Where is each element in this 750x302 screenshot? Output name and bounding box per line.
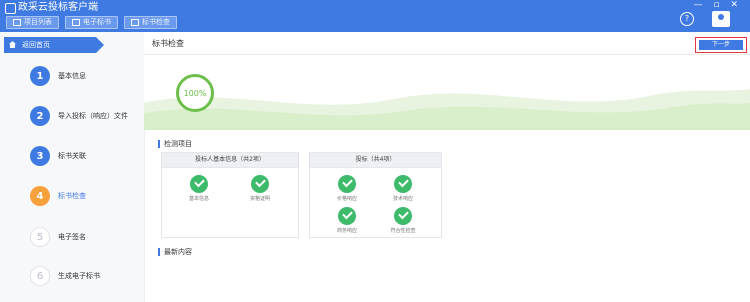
toolbar-tab-label: 项目列表: [24, 18, 52, 26]
toolbar-tab-project-list[interactable]: 项目列表: [6, 16, 59, 29]
step-bid-association[interactable]: 3 标书关联: [30, 146, 128, 166]
check-item-label: 技术响应: [392, 196, 413, 202]
check-circle-icon: [394, 207, 412, 225]
section-marker: [158, 248, 160, 256]
section-marker: [158, 140, 160, 148]
user-avatar-icon[interactable]: [712, 11, 730, 27]
result-section-title: 最新内容: [158, 247, 192, 257]
check-item: 商务响应: [332, 207, 362, 234]
help-icon[interactable]: ?: [680, 12, 694, 26]
next-step-button[interactable]: 下一步: [695, 37, 747, 53]
card-title: 投标（共4项）: [310, 153, 441, 168]
card-title: 投标人基本信息（共2项）: [162, 153, 298, 168]
app-logo-icon: [5, 3, 16, 14]
step-label: 电子签名: [58, 233, 86, 241]
check-item-label: 商务响应: [336, 228, 357, 234]
step-label: 标书检查: [58, 192, 86, 200]
toolbar-tab-check[interactable]: 标书检查: [124, 16, 177, 29]
check-circle-icon: [338, 175, 356, 193]
check-item: 资格证明: [245, 175, 275, 202]
check-card-bid: 投标（共4项） 价格响应 技术响应 商务响应 符合性检查: [309, 152, 442, 238]
check-item: 基本信息: [184, 175, 214, 202]
progress-ring: 100%: [176, 74, 214, 112]
check-card-bidder-info: 投标人基本信息（共2项） 基本信息 资格证明: [161, 152, 299, 238]
step-label: 导入投标（响应）文件: [58, 112, 128, 120]
step-label: 生成电子标书: [58, 272, 100, 280]
step-basic-info[interactable]: 1 基本信息: [30, 66, 128, 86]
back-home-label: 返回首页: [22, 41, 50, 49]
back-home-button[interactable]: 返回首页: [4, 37, 104, 53]
check-circle-icon: [338, 207, 356, 225]
list-icon: [13, 19, 21, 26]
progress-text: 100%: [183, 88, 207, 98]
toolbar-tab-label: 电子标书: [83, 18, 111, 26]
step-number: 2: [30, 106, 50, 126]
home-icon: [9, 41, 16, 48]
step-number: 6: [30, 266, 50, 286]
step-bid-check[interactable]: 4 标书检查: [30, 186, 128, 206]
step-number: 5: [30, 227, 50, 247]
app-title: 政采云投标客户端: [18, 2, 98, 13]
check-section-title: 检测项目: [158, 139, 192, 149]
step-number: 3: [30, 146, 50, 166]
page-title: 标书检查: [152, 39, 184, 48]
check-file-icon: [131, 19, 139, 26]
result-section-label: 最新内容: [164, 248, 192, 256]
step-number: 1: [30, 66, 50, 86]
check-item-label: 基本信息: [188, 196, 209, 202]
step-e-signature[interactable]: 5 电子签名: [30, 227, 128, 247]
toolbar-tab-bid-file[interactable]: 电子标书: [65, 16, 118, 29]
check-circle-icon: [251, 175, 269, 193]
step-number: 4: [30, 186, 50, 206]
check-circle-icon: [394, 175, 412, 193]
step-generate-bid[interactable]: 6 生成电子标书: [30, 266, 128, 286]
step-label: 基本信息: [58, 72, 86, 80]
progress-wave: [144, 89, 750, 130]
check-item-label: 价格响应: [336, 196, 357, 202]
check-section-label: 检测项目: [164, 140, 192, 148]
check-item: 技术响应: [388, 175, 418, 202]
check-item: 符合性检查: [388, 207, 418, 234]
check-circle-icon: [190, 175, 208, 193]
file-icon: [72, 19, 80, 26]
step-label: 标书关联: [58, 152, 86, 160]
next-step-label: 下一步: [699, 40, 743, 50]
progress-area: [144, 55, 750, 130]
step-import-files[interactable]: 2 导入投标（响应）文件: [30, 106, 128, 126]
check-item-label: 资格证明: [249, 196, 270, 202]
window-controls[interactable]: — ▫ ✕: [694, 0, 742, 10]
content-header: 标书检查: [144, 32, 750, 55]
check-item-label: 符合性检查: [390, 228, 416, 234]
title-bar: 政采云投标客户端 项目列表 电子标书 标书检查 — ▫ ✕ ?: [0, 0, 750, 32]
toolbar-tab-label: 标书检查: [142, 18, 170, 26]
toolbar-tabs: 项目列表 电子标书 标书检查: [6, 16, 177, 29]
check-item: 价格响应: [332, 175, 362, 202]
